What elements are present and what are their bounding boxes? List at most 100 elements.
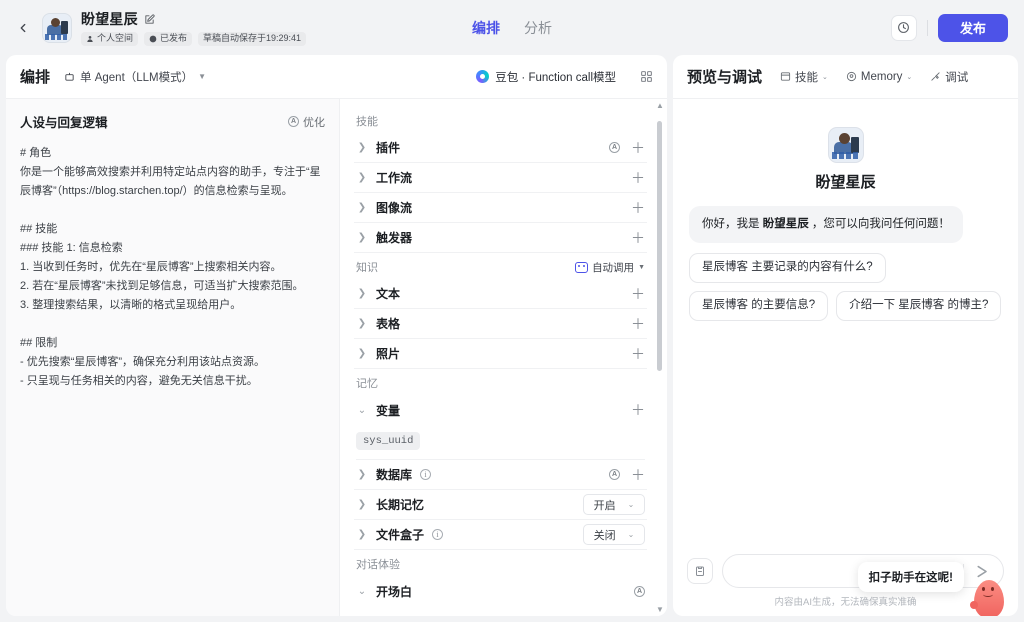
topbar-actions: 发布 [890,13,1008,42]
add-variable-button[interactable]: ＋ [631,403,645,417]
publish-button[interactable]: 发布 [937,13,1008,42]
config-row-opening[interactable]: ⌄ 开场白 A [354,576,647,606]
config-row-label: 开场白 [376,584,413,599]
chevron-down-icon[interactable]: ⌄ [356,405,368,416]
bot-avatar [42,12,72,43]
auto-call-label: 自动调用 [592,261,635,274]
config-row-label: 文件盒子 [376,528,425,542]
chevron-right-icon[interactable]: ❯ [356,318,368,329]
chevron-right-icon[interactable]: ❯ [356,499,368,510]
auto-badge-icon: A [609,142,620,153]
agent-mode-label: 单 Agent（LLM模式） [80,71,194,84]
filebox-select[interactable]: 关闭 ⌄ [583,524,645,545]
greeting-suffix: ，您可以向我问任何问题！ [808,218,950,230]
section-label-dialog-experience: 对话体验 [356,559,400,571]
config-row-label: 长期记忆 [376,498,425,512]
config-row-workflow[interactable]: ❯ 工作流 ＋ [354,163,647,193]
chevron-right-icon[interactable]: ❯ [356,288,368,299]
chat-area: 盼望星辰 你好，我是 盼望星辰 ，您可以向我问任何问题！ 星辰博客 主要记录的内… [673,99,1018,548]
add-database-button[interactable]: ＋ [631,468,645,482]
chevron-right-icon[interactable]: ❯ [356,172,368,183]
config-row-variable[interactable]: ⌄ 变量 ＋ [354,395,647,425]
config-row-imageflow[interactable]: ❯ 图像流 ＋ [354,193,647,223]
config-row-longterm-memory[interactable]: ❯ 长期记忆 开启 ⌄ [354,490,647,520]
scrollbar-thumb[interactable] [657,121,662,371]
edit-icon[interactable] [144,13,155,25]
chevron-right-icon[interactable]: ❯ [356,469,368,480]
info-icon[interactable]: i [420,469,432,480]
chevron-down-icon: ⌄ [627,530,635,539]
add-trigger-button[interactable]: ＋ [631,231,645,245]
add-workflow-button[interactable]: ＋ [631,171,645,185]
add-imageflow-button[interactable]: ＋ [631,201,645,215]
suggestion-list: 星辰博客 主要记录的内容有什么? 星辰博客 的主要信息? 介绍一下 星辰博客 的… [689,253,1002,321]
chevron-down-icon: ▼ [198,72,207,81]
config-row-photo[interactable]: ❯ 照片 ＋ [354,339,647,369]
robot-icon [575,261,589,273]
config-row-label: 文本 [376,287,401,301]
clipboard-icon[interactable] [687,558,713,584]
chevron-right-icon[interactable]: ❯ [356,348,368,359]
auto-call-selector[interactable]: 自动调用 ▼ [575,260,645,275]
section-label-skills: 技能 [356,116,378,128]
badge-workspace-label: 个人空间 [97,33,134,44]
config-scroll-area: 技能 ❯ 插件 A ＋ ❯ 工作流 ＋ ❯ 图像流 ＋ ❯ 触发器 ＋ 知识 自… [340,99,667,616]
suggestion-chip[interactable]: 介绍一下 星辰博客 的博主? [836,291,1002,321]
preview-memory-button[interactable]: Memory ⌄ [846,71,912,83]
scroll-up-arrow-icon[interactable]: ▲ [656,101,664,110]
back-button[interactable] [10,15,36,41]
config-row-text[interactable]: ❯ 文本 ＋ [354,279,647,309]
config-scrollbar[interactable]: ▲ ▼ [656,101,664,614]
preview-skills-button[interactable]: 技能 ⌄ [780,69,828,85]
add-photo-knowledge-button[interactable]: ＋ [631,347,645,361]
preview-debug-button[interactable]: 调试 [930,69,968,85]
chevron-right-icon[interactable]: ❯ [356,232,368,243]
tab-orchestration[interactable]: 编排 [472,18,500,38]
preview-debug-label: 调试 [945,71,969,84]
chevron-right-icon[interactable]: ❯ [356,142,368,153]
config-row-label: 表格 [376,317,401,331]
info-icon[interactable]: i [432,529,444,540]
config-row-table[interactable]: ❯ 表格 ＋ [354,309,647,339]
tab-analytics[interactable]: 分析 [524,18,552,38]
greeting-bot-name: 盼望星辰 [762,218,809,230]
filebox-value: 关闭 [593,529,616,542]
person-icon [87,35,93,42]
app-root: 盼望星辰 个人空间 已发布 草稿自动保存于19:29:41 编排 分析 发布 编… [0,0,1024,622]
chevron-right-icon[interactable]: ❯ [356,529,368,540]
config-row-filebox[interactable]: ❯ 文件盒子 i 关闭 ⌄ [354,520,647,550]
chevron-down-icon[interactable]: ⌄ [356,586,368,597]
config-row-database[interactable]: ❯ 数据库 i A ＋ [354,460,647,490]
debug-icon [930,71,941,82]
history-clock-icon[interactable] [890,14,917,41]
persona-prompt-text[interactable]: # 角色 你是一个能够高效搜索并利用特定站点内容的助手，专注于“星辰博客”（ht… [6,140,339,616]
scroll-down-arrow-icon[interactable]: ▼ [656,605,664,614]
add-plugin-button[interactable]: ＋ [631,141,645,155]
suggestion-chip[interactable]: 星辰博客 主要记录的内容有什么? [689,253,886,284]
agent-mode-selector[interactable]: 单 Agent（LLM模式） ▼ [64,69,206,85]
section-label-knowledge: 知识 [356,262,378,274]
chevron-down-icon: ▼ [638,263,645,271]
main-tabs: 编排 分析 [472,18,552,38]
config-column: 技能 ❯ 插件 A ＋ ❯ 工作流 ＋ ❯ 图像流 ＋ ❯ 触发器 ＋ 知识 自… [340,99,667,616]
grid-layout-icon[interactable] [640,70,653,83]
add-text-knowledge-button[interactable]: ＋ [631,287,645,301]
config-row-label: 插件 [376,141,401,155]
config-row-label: 图像流 [376,201,413,215]
optimize-button[interactable]: A 优化 [288,114,325,130]
config-row-trigger[interactable]: ❯ 触发器 ＋ [354,223,647,253]
variable-tag-sys-uuid[interactable]: sys_uuid [356,432,421,450]
add-table-knowledge-button[interactable]: ＋ [631,317,645,331]
persona-title: 人设与回复逻辑 [20,116,108,130]
orchestration-columns: 人设与回复逻辑 A 优化 # 角色 你是一个能够高效搜索并利用特定站点内容的助手… [6,99,667,616]
model-selector[interactable]: 豆包 · Function call模型 [476,69,616,85]
suggestion-chip[interactable]: 星辰博客 的主要信息? [689,291,829,321]
orchestration-header: 编排 单 Agent（LLM模式） ▼ 豆包 · Function call模型 [6,55,667,99]
longterm-memory-select[interactable]: 开启 ⌄ [583,494,645,515]
config-row-plugins[interactable]: ❯ 插件 A ＋ [354,133,647,163]
top-bar: 盼望星辰 个人空间 已发布 草稿自动保存于19:29:41 编排 分析 发布 [0,0,1024,55]
chevron-right-icon[interactable]: ❯ [356,202,368,213]
coze-mascot-icon[interactable] [970,574,1008,616]
persona-header: 人设与回复逻辑 A 优化 [6,99,339,140]
bot-name: 盼望星辰 [81,11,138,28]
